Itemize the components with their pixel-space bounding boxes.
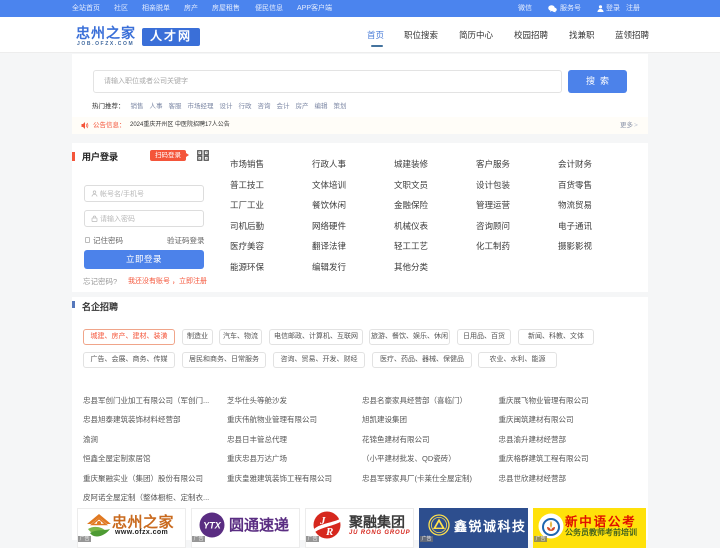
svg-text:YTX: YTX (203, 521, 222, 531)
svg-text:R: R (325, 526, 333, 538)
svg-text:J: J (319, 515, 326, 527)
